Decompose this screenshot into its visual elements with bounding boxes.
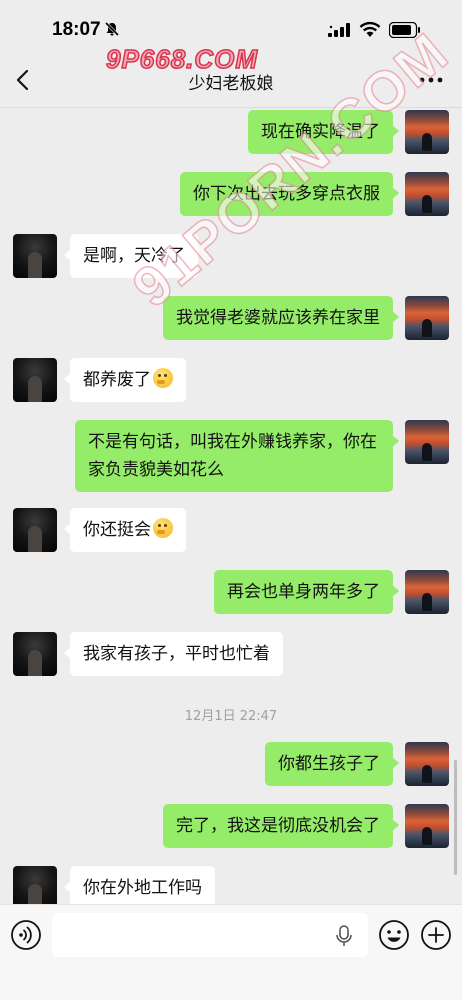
message-list[interactable]: 现在确实降温了 你下次出去玩多穿点衣服 是啊，天冷了 我觉得老婆就应该养在家里 …	[0, 108, 462, 904]
message-bubble[interactable]: 是啊，天冷了	[64, 234, 198, 278]
message-bubble[interactable]: 再会也单身两年多了	[214, 570, 399, 614]
message-bubble[interactable]: 我家有孩子，平时也忙着	[64, 632, 283, 676]
status-time: 18:07	[52, 19, 101, 40]
message-bubble[interactable]: 现在确实降温了	[248, 110, 399, 154]
thinking-face-icon	[153, 518, 173, 538]
my-avatar[interactable]	[405, 110, 449, 154]
voice-icon[interactable]	[10, 919, 42, 951]
thinking-face-icon	[153, 368, 173, 388]
scroll-indicator[interactable]	[454, 760, 457, 875]
my-avatar[interactable]	[405, 742, 449, 786]
contact-avatar[interactable]	[13, 358, 57, 402]
message-bubble[interactable]: 我觉得老婆就应该养在家里	[163, 296, 399, 340]
message-bubble[interactable]: 你下次出去玩多穿点衣服	[180, 172, 399, 216]
message-bubble[interactable]: 完了，我这是彻底没机会了	[163, 804, 399, 848]
message-bubble[interactable]: 你在外地工作吗	[64, 866, 215, 904]
battery-icon	[389, 22, 420, 38]
my-avatar[interactable]	[405, 420, 449, 464]
more-dots-icon[interactable]	[418, 70, 444, 90]
emoji-icon[interactable]	[378, 919, 410, 951]
message-bubble[interactable]: 不是有句话，叫我在外赚钱养家，你在家负责貌美如花么	[75, 420, 399, 492]
message-input[interactable]	[52, 913, 368, 957]
watermark-logo: 9P668.COM	[105, 43, 259, 75]
message-bubble[interactable]: 都养废了	[64, 358, 186, 402]
contact-avatar[interactable]	[13, 632, 57, 676]
message-bubble[interactable]: 你还挺会	[64, 508, 186, 552]
signal-icon	[328, 23, 350, 37]
contact-avatar[interactable]	[13, 508, 57, 552]
plus-icon[interactable]	[420, 919, 452, 951]
timestamp: 12月1日 22:47	[184, 709, 278, 724]
my-avatar[interactable]	[405, 296, 449, 340]
wifi-icon	[359, 21, 381, 37]
contact-avatar[interactable]	[13, 866, 57, 904]
my-avatar[interactable]	[405, 172, 449, 216]
my-avatar[interactable]	[405, 804, 449, 848]
my-avatar[interactable]	[405, 570, 449, 614]
mic-icon[interactable]	[335, 925, 353, 947]
message-bubble[interactable]: 你都生孩子了	[265, 742, 399, 786]
input-bar	[0, 904, 462, 1000]
bell-off-icon	[104, 21, 120, 37]
contact-avatar[interactable]	[13, 234, 57, 278]
